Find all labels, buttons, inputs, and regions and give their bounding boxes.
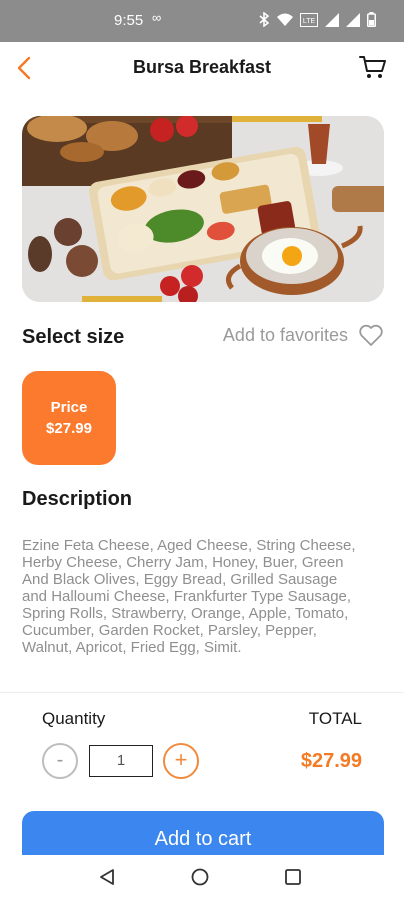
page-title: Bursa Breakfast (132, 57, 272, 77)
nav-back-icon[interactable] (98, 867, 118, 887)
heart-icon[interactable] (358, 322, 384, 348)
system-nav-bar (0, 855, 404, 900)
description-title: Description (22, 488, 133, 510)
quantity-field[interactable]: 1 (89, 745, 153, 777)
total-value: $27.99 (300, 750, 362, 772)
bluetooth-icon (258, 11, 270, 31)
nav-recents-icon[interactable] (284, 868, 302, 886)
svg-text:LTE: LTE (303, 18, 316, 25)
app-bar: Bursa Breakfast (0, 42, 404, 94)
divider (0, 692, 404, 693)
size-option-price[interactable]: Price $27.99 (22, 371, 116, 465)
total-label: TOTAL (308, 709, 362, 728)
add-to-favorites[interactable]: Add to favorites (223, 322, 384, 348)
lte-icon: LTE (300, 12, 318, 31)
signal-icon (325, 12, 339, 31)
quantity-label: Quantity (42, 709, 106, 728)
cart-icon[interactable] (358, 52, 388, 82)
battery-icon (367, 12, 376, 31)
status-extra: ∞ (152, 10, 163, 25)
nav-home-icon[interactable] (191, 868, 209, 886)
size-option-value: $27.99 (46, 420, 92, 437)
description-text: Ezine Feta Cheese, Aged Cheese, String C… (22, 537, 356, 656)
status-bar: 9:55 ∞ LTE (0, 0, 404, 42)
decrease-quantity-button[interactable]: - (42, 743, 78, 779)
status-time: 9:55 (114, 12, 144, 29)
select-size-label: Select size (22, 326, 125, 348)
hero-image (22, 116, 384, 302)
wifi-icon (277, 13, 293, 30)
increase-quantity-button[interactable]: + (163, 743, 199, 779)
signal-icon (346, 12, 360, 31)
size-option-label: Price (50, 399, 88, 416)
breakfast-spread-photo (22, 116, 384, 302)
status-icons: LTE (258, 11, 376, 31)
favorites-label: Add to favorites (222, 324, 348, 345)
